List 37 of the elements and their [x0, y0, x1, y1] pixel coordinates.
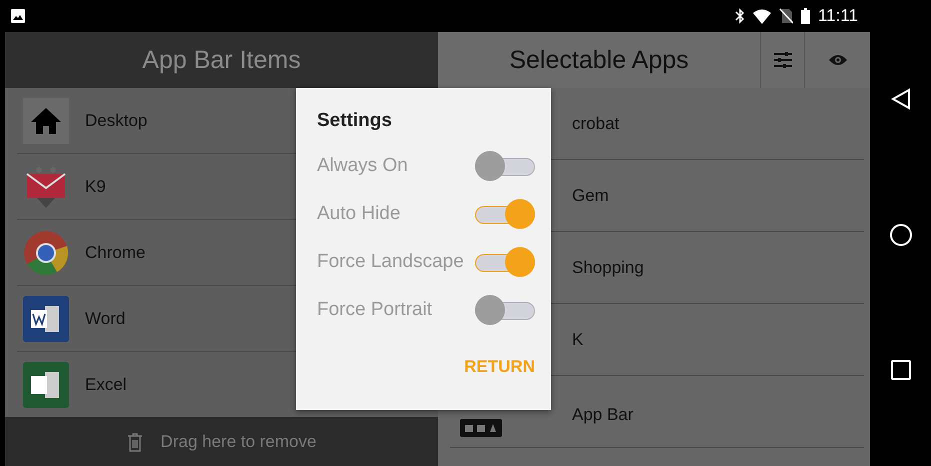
spreadsheet-icon: [23, 362, 69, 408]
recents-icon[interactable]: [890, 360, 910, 380]
app-name: Excel: [85, 374, 127, 394]
toggle-switch[interactable]: [475, 247, 535, 277]
app-name: K9: [85, 176, 106, 196]
app-name: App Bar: [572, 405, 634, 425]
dialog-title: Settings: [317, 110, 393, 132]
toggle-switch[interactable]: [475, 199, 535, 229]
back-icon[interactable]: [890, 88, 910, 110]
home-icon[interactable]: [888, 222, 912, 247]
house-icon: [23, 98, 69, 144]
app-name: Chrome: [85, 242, 146, 262]
app-name: Desktop: [85, 110, 148, 130]
clock-time: 11:11: [818, 6, 858, 26]
eye-icon: [828, 53, 848, 67]
bluetooth-icon: [734, 8, 745, 24]
no-sim-icon: [778, 8, 793, 24]
app-name: Word: [85, 308, 126, 328]
app-name: Gem: [572, 186, 609, 206]
app-bar-icon: [460, 419, 502, 437]
drag-hint: Drag here to remove: [160, 432, 316, 452]
option-label: Always On: [317, 155, 408, 177]
app-name: crobat: [572, 114, 620, 134]
app-bar-items-header[interactable]: App Bar Items: [5, 32, 438, 88]
battery-icon: [800, 8, 810, 24]
option-label: Force Portrait: [317, 299, 432, 321]
document-icon: [23, 296, 69, 342]
toggle-switch[interactable]: [475, 295, 535, 325]
toggle-switch[interactable]: [475, 151, 535, 181]
image-icon: [10, 8, 26, 24]
app-name: K: [572, 330, 584, 350]
chrome-icon: [23, 230, 69, 276]
sliders-icon: [772, 51, 792, 69]
remove-drop-zone[interactable]: Drag here to remove: [5, 417, 438, 466]
app-name: Shopping: [572, 258, 644, 278]
wifi-icon: [752, 8, 771, 24]
trash-icon: [126, 432, 143, 452]
